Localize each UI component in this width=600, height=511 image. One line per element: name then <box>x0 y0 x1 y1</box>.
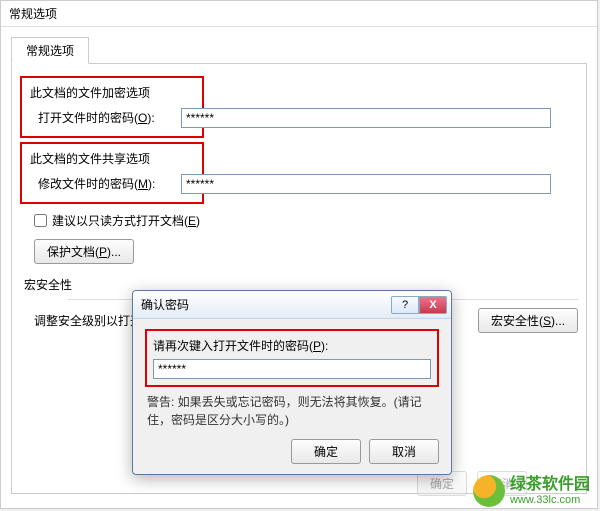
confirm-ok-button[interactable]: 确定 <box>291 439 361 464</box>
sharing-highlight: 此文档的文件共享选项 修改文件时的密码(M): <box>20 142 204 204</box>
watermark-name: 绿茶软件园 <box>510 475 590 494</box>
encryption-section-title: 此文档的文件加密选项 <box>30 84 194 101</box>
open-password-label: 打开文件时的密码(O): <box>38 109 155 126</box>
watermark-logo-icon <box>473 475 505 507</box>
watermark: 绿茶软件园 www.33lc.com <box>463 471 600 511</box>
sharing-section-title: 此文档的文件共享选项 <box>30 150 194 167</box>
open-password-row: 打开文件时的密码(O): <box>38 109 194 126</box>
confirm-actions: 确定 取消 <box>145 439 439 464</box>
confirm-title: 确认密码 <box>141 296 391 313</box>
readonly-label: 建议以只读方式打开文档(E) <box>52 212 200 229</box>
macro-security-button[interactable]: 宏安全性(S)... <box>478 308 578 333</box>
open-password-input[interactable] <box>181 108 551 128</box>
modify-password-row: 修改文件时的密码(M): <box>38 175 194 192</box>
confirm-highlight: 请再次键入打开文件时的密码(P): <box>145 329 439 387</box>
tab-header: 常规选项 <box>11 37 587 64</box>
protect-document-button[interactable]: 保护文档(P)... <box>34 239 134 264</box>
confirm-password-label: 请再次键入打开文件时的密码(P): <box>153 337 431 354</box>
watermark-text: 绿茶软件园 www.33lc.com <box>510 475 590 507</box>
tab-general[interactable]: 常规选项 <box>11 37 89 64</box>
dialog-title: 常规选项 <box>1 1 597 27</box>
confirm-body: 请再次键入打开文件时的密码(P): 警告: 如果丢失或忘记密码，则无法将其恢复。… <box>133 319 451 474</box>
modify-password-input[interactable] <box>181 174 551 194</box>
titlebar-buttons: ? X <box>391 296 447 314</box>
confirm-password-input[interactable] <box>153 359 431 379</box>
confirm-password-dialog: 确认密码 ? X 请再次键入打开文件时的密码(P): 警告: 如果丢失或忘记密码… <box>132 290 452 475</box>
readonly-checkbox[interactable] <box>34 214 47 227</box>
modify-password-label: 修改文件时的密码(M): <box>38 175 155 192</box>
watermark-url: www.33lc.com <box>510 494 590 507</box>
protect-button-wrap: 保护文档(P)... <box>34 239 578 264</box>
help-icon[interactable]: ? <box>391 296 419 314</box>
password-warning: 警告: 如果丢失或忘记密码，则无法将其恢复。(请记住，密码是区分大小写的。) <box>147 393 439 429</box>
confirm-titlebar[interactable]: 确认密码 ? X <box>133 291 451 319</box>
readonly-row: 建议以只读方式打开文档(E) <box>34 212 574 229</box>
confirm-cancel-button[interactable]: 取消 <box>369 439 439 464</box>
encryption-highlight: 此文档的文件加密选项 打开文件时的密码(O): <box>20 76 204 138</box>
close-icon[interactable]: X <box>419 296 447 314</box>
